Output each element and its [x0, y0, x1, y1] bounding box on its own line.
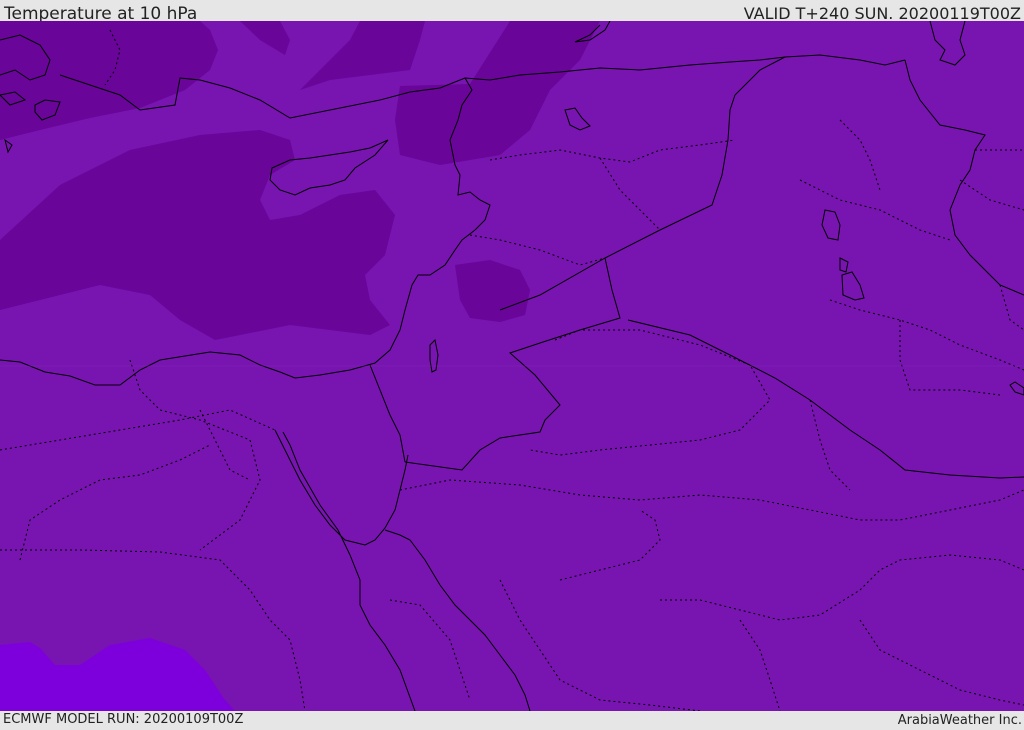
- credit-label: ArabiaWeather Inc.: [897, 713, 1022, 728]
- header-bar: Temperature at 10 hPa VALID T+240 SUN. 2…: [0, 0, 1024, 24]
- weather-map: [0, 21, 1024, 711]
- model-run-label: ECMWF MODEL RUN: 20200109T00Z: [3, 712, 244, 727]
- footer-bar: ECMWF MODEL RUN: 20200109T00Z ArabiaWeat…: [0, 711, 1024, 729]
